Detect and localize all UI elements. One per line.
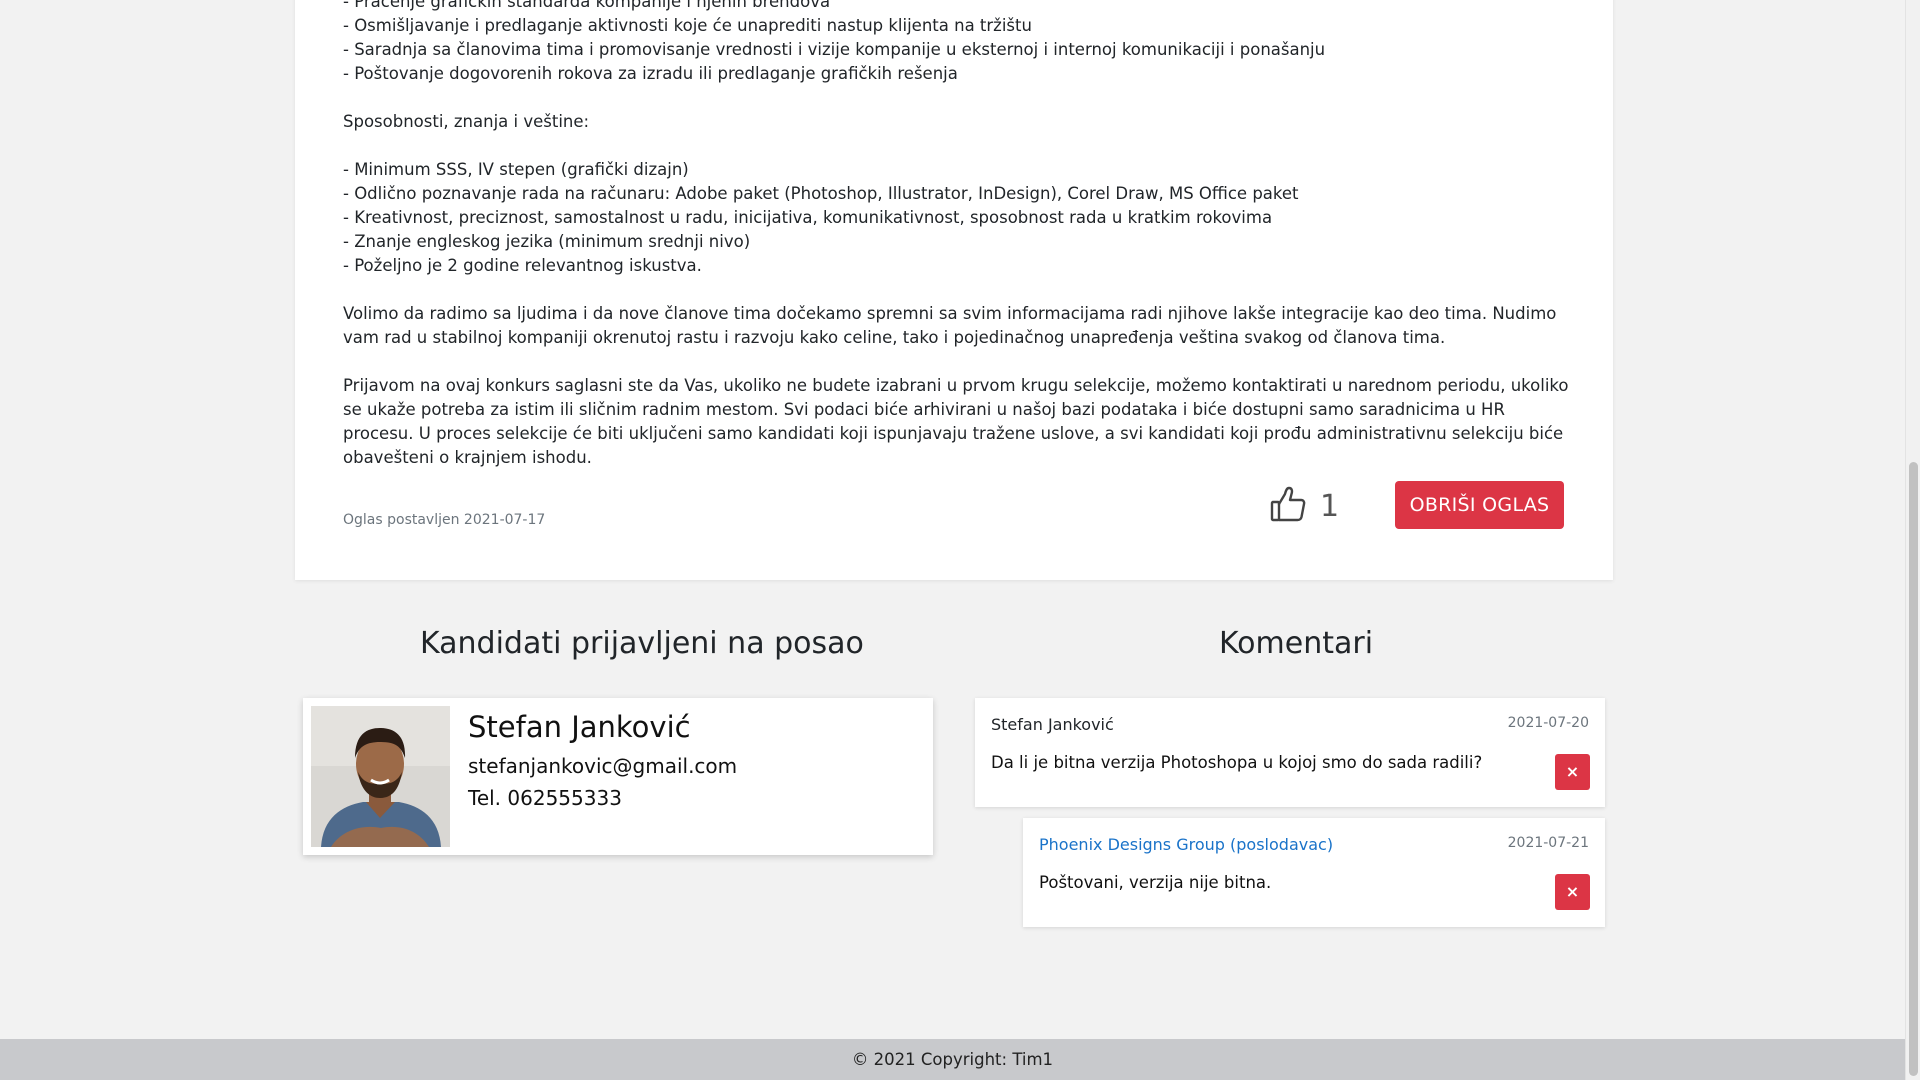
skill-line: - Odlično poznavanje rada na računaru: A… (343, 184, 1299, 203)
candidate-card[interactable]: Stefan Janković stefanjankovic@gmail.com… (303, 698, 933, 855)
comment-text: Da li je bitna verzija Photoshopa u kojo… (991, 753, 1483, 772)
comment-item: Stefan Janković 2021-07-20 Da li je bitn… (975, 698, 1605, 807)
candidate-email: stefanjankovic@gmail.com (468, 754, 738, 778)
close-icon: × (1565, 882, 1580, 901)
skill-line: - Poželjno je 2 godine relevantnog iskus… (343, 256, 702, 275)
duty-line: - Praćenje grafičkih standarda kompanije… (343, 0, 831, 11)
thumbs-up-icon[interactable] (1270, 485, 1306, 527)
posted-date: Oglas postavljen 2021-07-17 (343, 512, 546, 528)
duty-line: - Poštovanje dogovorenih rokova za izrad… (343, 64, 958, 83)
duty-line: - Osmišljavanje i predlaganje aktivnosti… (343, 16, 1032, 35)
description-paragraph: Prijavom na ovaj konkurs saglasni ste da… (343, 376, 1569, 467)
duty-line: - Saradnja sa članovima tima i promovisa… (343, 40, 1326, 59)
skill-line: - Kreativnost, preciznost, samostalnost … (343, 208, 1273, 227)
close-icon: × (1565, 762, 1580, 781)
comments-title: Komentari (1219, 626, 1374, 661)
copyright-text: © 2021 Copyright: Tim1 (851, 1050, 1054, 1069)
job-ad-card: - Praćenje grafičkih standarda kompanije… (295, 0, 1613, 580)
skill-line: - Minimum SSS, IV stepen (grafički dizaj… (343, 160, 689, 179)
delete-ad-button[interactable]: OBRIŠI OGLAS (1395, 481, 1564, 529)
scrollbar-thumb[interactable] (1909, 462, 1918, 1076)
avatar (311, 706, 450, 847)
comment-author-link[interactable]: Phoenix Designs Group (poslodavac) (1039, 835, 1333, 854)
page-scrollbar[interactable] (1905, 0, 1920, 1080)
comment-reply: Phoenix Designs Group (poslodavac) 2021-… (1023, 818, 1605, 927)
delete-comment-button[interactable]: × (1555, 874, 1590, 910)
job-description: - Praćenje grafičkih standarda kompanije… (343, 0, 1573, 470)
comment-date: 2021-07-21 (1507, 835, 1589, 851)
footer: © 2021 Copyright: Tim1 (0, 1039, 1905, 1080)
candidate-phone: Tel. 062555333 (468, 786, 622, 810)
comment-author: Stefan Janković (991, 715, 1114, 734)
like-count: 1 (1320, 488, 1340, 524)
comment-text: Poštovani, verzija nije bitna. (1039, 873, 1272, 892)
description-paragraph: Volimo da radimo sa ljudima i da nove čl… (343, 304, 1557, 347)
skills-heading: Sposobnosti, znanja i veštine: (343, 112, 590, 131)
page-viewport: - Praćenje grafičkih standarda kompanije… (0, 0, 1905, 1080)
like-control[interactable]: 1 (1270, 485, 1339, 527)
delete-comment-button[interactable]: × (1555, 754, 1590, 790)
candidate-name[interactable]: Stefan Janković (468, 710, 691, 744)
skill-line: - Znanje engleskog jezika (minimum sredn… (343, 232, 751, 251)
comment-date: 2021-07-20 (1507, 715, 1589, 731)
candidates-title: Kandidati prijavljeni na posao (420, 626, 864, 661)
